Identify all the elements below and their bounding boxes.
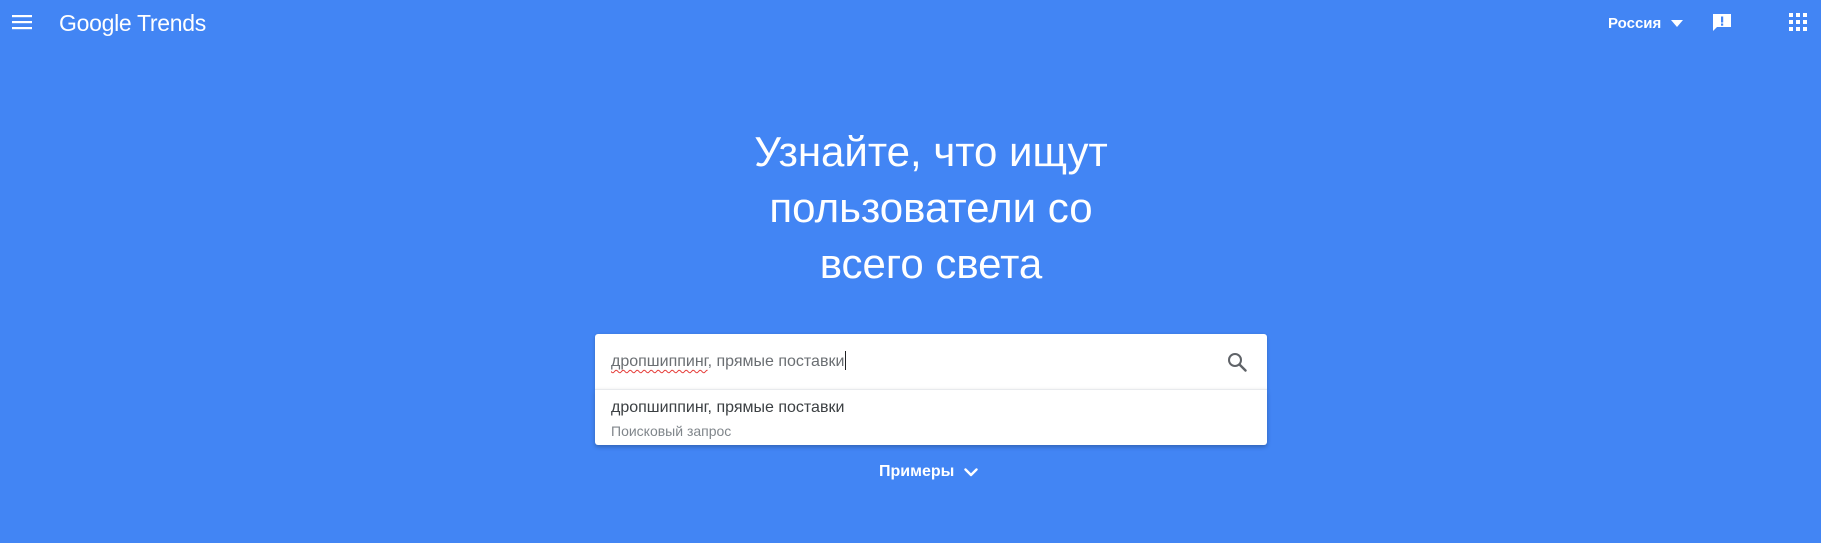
menu-icon <box>12 15 32 30</box>
country-label: Россия <box>1608 14 1662 32</box>
autocomplete-dropdown: дропшиппинг, прямые поставки Поисковый з… <box>595 389 1267 445</box>
hero-line-1: Узнайте, что ищут <box>754 128 1108 175</box>
search-button[interactable] <box>1222 347 1252 377</box>
hero-line-2: пользователи со <box>769 184 1093 231</box>
search-input[interactable]: дропшиппинг, прямые поставки <box>611 334 847 389</box>
search-misspelled-word: дропшиппинг <box>611 353 708 370</box>
search-icon <box>1228 353 1247 372</box>
hero-line-3: всего света <box>819 240 1043 287</box>
hero-heading: Узнайте, что ищут пользователи со всего … <box>611 124 1251 292</box>
apps-grid-icon <box>1789 13 1807 31</box>
top-bar: Google Trends Россия <box>0 0 1821 44</box>
feedback-button[interactable] <box>1709 10 1735 36</box>
search-box: дропшиппинг, прямые поставки <box>595 334 1267 389</box>
google-trends-logo[interactable]: Google Trends <box>59 9 206 37</box>
suggestion-type: Поисковый запрос <box>611 423 732 439</box>
caret-down-icon <box>1671 19 1684 27</box>
feedback-icon <box>1713 14 1731 31</box>
examples-toggle[interactable]: Примеры <box>879 460 978 484</box>
text-caret <box>845 351 847 370</box>
search-value-rest: , прямые поставки <box>707 353 845 370</box>
google-apps-button[interactable] <box>1786 10 1810 34</box>
examples-label: Примеры <box>879 463 955 480</box>
main-menu-button[interactable] <box>8 8 36 36</box>
suggestion-item[interactable]: дропшиппинг, прямые поставки Поисковый з… <box>595 390 1267 445</box>
country-selector[interactable]: Россия <box>1608 11 1684 35</box>
suggestion-title: дропшиппинг, прямые поставки <box>611 399 845 416</box>
chevron-down-icon <box>964 467 978 476</box>
